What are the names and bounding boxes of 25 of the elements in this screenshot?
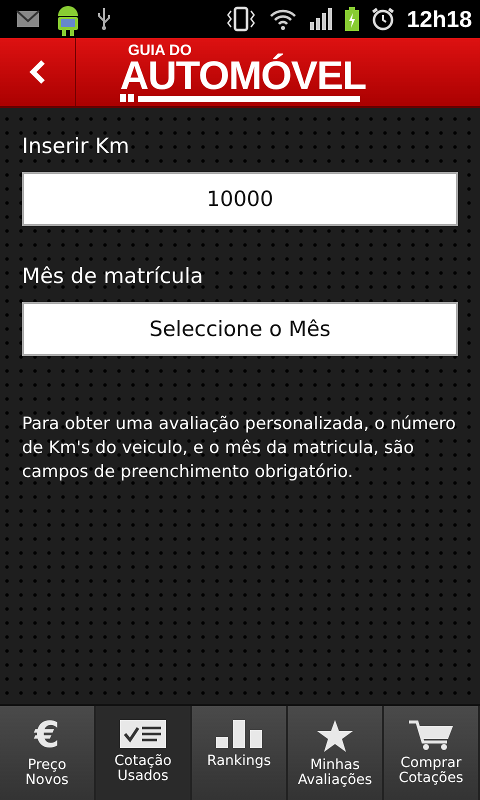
nav-tab[interactable]: Cotação Usados bbox=[96, 706, 192, 800]
euro-icon: € bbox=[34, 720, 60, 752]
back-icon bbox=[28, 58, 48, 86]
checklist-icon bbox=[120, 720, 166, 748]
cart-icon bbox=[409, 720, 453, 750]
usb-icon bbox=[96, 7, 112, 31]
signal-icon bbox=[308, 8, 333, 30]
month-select-button[interactable]: Seleccione o Mês bbox=[22, 302, 458, 356]
km-input-field[interactable]: 10000 bbox=[22, 172, 458, 226]
nav-tab[interactable]: Comprar Cotações bbox=[384, 706, 480, 800]
logo-small-text: GUIA DO bbox=[128, 42, 192, 58]
nav-tab[interactable]: Minhas Avaliações bbox=[288, 706, 384, 800]
alarm-clock-icon bbox=[370, 7, 395, 31]
nav-tab[interactable]: € Preço Novos bbox=[0, 706, 96, 800]
info-text: Para obter uma avaliação personalizada, o número de Km's do veiculo, e o mês da matricula, são campos de preenchimento obrigatório. bbox=[22, 413, 457, 484]
wifi-icon bbox=[268, 8, 297, 30]
nav-tab[interactable]: Rankings bbox=[192, 706, 288, 800]
logo-underline-icon bbox=[120, 94, 360, 102]
bar-chart-icon bbox=[216, 720, 262, 748]
star-icon bbox=[317, 720, 353, 752]
km-label: Inserir Km bbox=[22, 134, 130, 158]
month-label: Mês de matrícula bbox=[22, 264, 204, 288]
mail-icon bbox=[16, 10, 40, 28]
clock-time: 12h18 bbox=[406, 6, 472, 32]
vibrate-icon bbox=[224, 6, 257, 32]
